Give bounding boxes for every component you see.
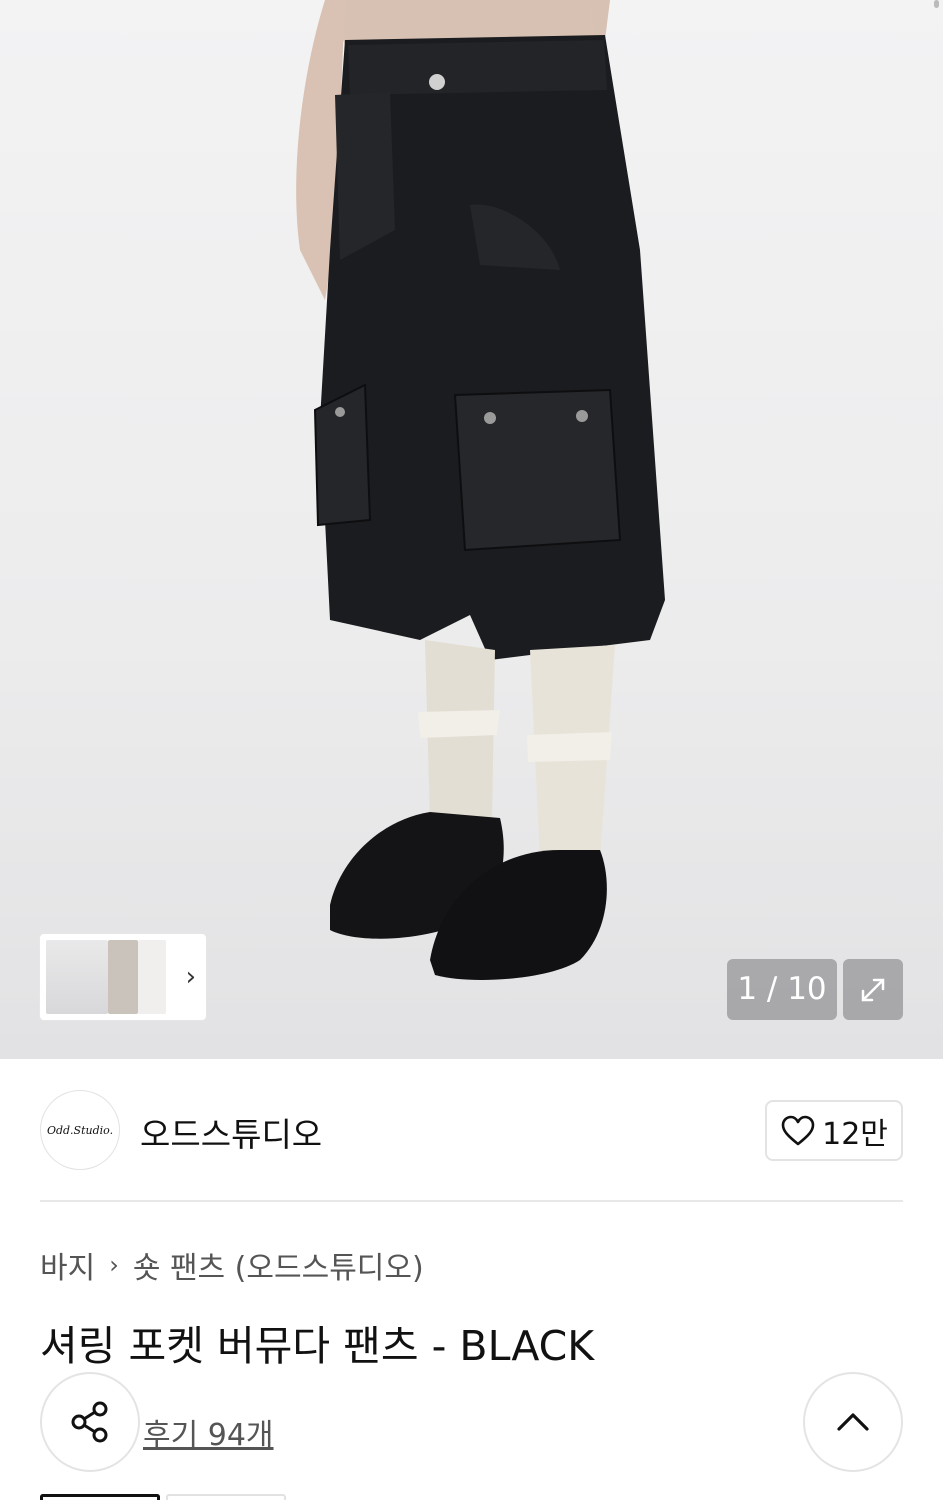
chevron-right-icon: ›	[109, 1251, 119, 1279]
scrollbar[interactable]	[934, 0, 939, 8]
expand-icon	[861, 978, 885, 1002]
tab[interactable]	[166, 1494, 286, 1500]
thumbnail-strip[interactable]: ›	[40, 934, 206, 1020]
breadcrumb-item-category[interactable]: 바지	[40, 1243, 95, 1287]
reviews-link[interactable]: 후기 94개	[143, 1410, 274, 1454]
brand-logo[interactable]: Odd.Studio.	[40, 1090, 120, 1170]
chevron-up-icon	[837, 1413, 869, 1431]
tab-selected[interactable]	[40, 1494, 160, 1500]
thumbnail-2[interactable]	[108, 940, 138, 1014]
heart-icon	[781, 1115, 815, 1145]
share-button[interactable]	[40, 1372, 140, 1472]
divider	[40, 1200, 903, 1202]
like-count: 12만	[822, 1116, 888, 1152]
image-counter: 1 / 10	[727, 959, 837, 1020]
expand-button[interactable]	[843, 959, 903, 1020]
product-image-gallery[interactable]: › 1 / 10	[0, 0, 943, 1059]
thumbnail-1[interactable]	[46, 940, 108, 1014]
chevron-right-icon[interactable]: ›	[186, 964, 196, 990]
product-title: 셔링 포켓 버뮤다 팬츠 - BLACK	[40, 1322, 595, 1370]
thumbnail-3[interactable]	[138, 940, 166, 1014]
scroll-top-button[interactable]	[803, 1372, 903, 1472]
brand-name[interactable]: 오드스튜디오	[140, 1108, 322, 1156]
breadcrumb-item-subcategory[interactable]: 숏 팬츠 (오드스튜디오)	[133, 1243, 424, 1287]
share-icon	[71, 1401, 108, 1443]
breadcrumb: 바지 › 숏 팬츠 (오드스튜디오)	[40, 1243, 424, 1287]
product-photo	[296, 0, 665, 980]
like-button[interactable]: 12만	[765, 1100, 903, 1161]
